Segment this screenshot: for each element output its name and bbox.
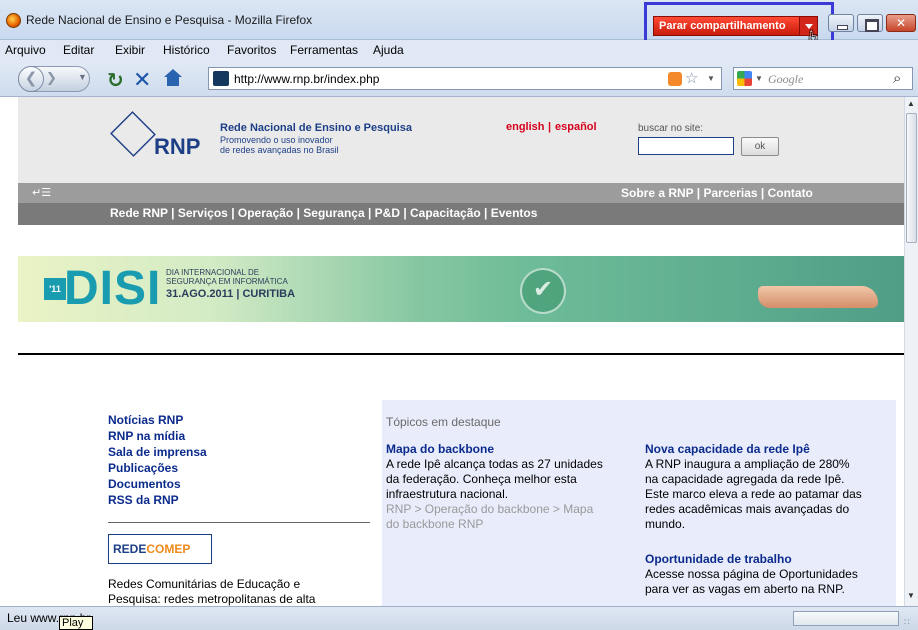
rnp-logo-text[interactable]: RNP — [154, 134, 200, 160]
topic-capacity-line: redes acadêmicas mais avançadas do — [645, 502, 850, 516]
rnp-logo-icon[interactable] — [110, 111, 156, 157]
tooltip: Play — [59, 616, 93, 630]
topic-backbone-line: infraestrutura nacional. — [386, 487, 509, 501]
topic-backbone-crumb[interactable]: RNP > Operação do backbone > Mapa — [386, 502, 593, 516]
bookmark-star-icon[interactable]: ☆ — [685, 69, 698, 87]
menu-favoritos[interactable]: Favoritos — [227, 43, 276, 57]
hand-illustration — [758, 286, 878, 308]
topic-backbone-line: A rede Ipê alcança todas as 27 unidades — [386, 457, 603, 471]
menu-bar: Arquivo Editar Exibir Histórico Favorito… — [0, 40, 918, 60]
tagline-line-1: Promovendo o uso inovador — [220, 135, 333, 145]
page-content: RNP Rede Nacional de Ensino e Pesquisa P… — [0, 97, 904, 606]
status-progress-panel — [793, 611, 899, 626]
menu-editar[interactable]: Editar — [63, 43, 94, 57]
topic-capacity-line: na capacidade agregada da rede Ipê. — [645, 472, 845, 486]
site-search-label: buscar no site: — [638, 123, 704, 134]
search-engine-dropdown-icon[interactable]: ▼ — [755, 74, 763, 83]
topic-jobs-line: Acesse nossa página de Oportunidades — [645, 567, 858, 581]
topic-capacity-title[interactable]: Nova capacidade da rede Ipê — [645, 442, 810, 456]
top-links[interactable]: Sobre a RNP | Parcerias | Contato — [621, 186, 813, 200]
banner-year-tag: '11 — [44, 278, 66, 300]
banner-line-2: SEGURANÇA EM INFORMÁTICA — [166, 277, 288, 286]
scroll-thumb[interactable] — [906, 113, 917, 243]
tagline-line-2: de redes avançadas no Brasil — [220, 145, 339, 155]
title-bar: Rede Nacional de Ensino e Pesquisa - Moz… — [0, 0, 918, 58]
left-menu-rss[interactable]: RSS da RNP — [108, 493, 179, 507]
site-favicon-icon — [213, 71, 229, 86]
language-spanish-link[interactable]: español — [555, 121, 597, 133]
menu-historico[interactable]: Histórico — [163, 43, 210, 57]
top-links-bar: ↵☰ Sobre a RNP | Parcerias | Contato — [18, 183, 904, 203]
site-search-input[interactable] — [638, 137, 734, 155]
left-menu-midia[interactable]: RNP na mídia — [108, 429, 185, 443]
stop-sharing-button[interactable]: Parar compartilhamento — [653, 16, 818, 36]
language-separator: | — [548, 121, 552, 133]
banner-line-3: 31.AGO.2011 | CURITIBA — [166, 288, 296, 300]
google-icon[interactable] — [737, 71, 752, 86]
search-magnifier-icon[interactable]: ⌕ — [893, 70, 901, 87]
close-button[interactable] — [886, 14, 916, 32]
reload-icon[interactable]: ↻ — [107, 68, 124, 93]
address-bar[interactable]: http://www.rnp.br/index.php ☆ ▼ — [208, 67, 722, 90]
maximize-button[interactable] — [857, 14, 883, 32]
home-icon[interactable] — [162, 69, 184, 89]
search-placeholder[interactable]: Google — [768, 72, 803, 87]
left-menu-imprensa[interactable]: Sala de imprensa — [108, 445, 207, 459]
url-dropdown-icon[interactable]: ▼ — [707, 74, 715, 83]
section-divider — [18, 353, 904, 355]
resize-grip-icon[interactable]: ∷ — [904, 617, 910, 628]
topic-capacity-line: mundo. — [645, 517, 686, 531]
topic-capacity-line: Este marco eleva a rede ao patamar das — [645, 487, 862, 501]
vertical-scrollbar[interactable]: ▲ ▼ — [904, 97, 918, 606]
language-english-link[interactable]: english — [506, 121, 545, 133]
stop-icon[interactable]: ✕ — [133, 67, 151, 93]
menu-ferramentas[interactable]: Ferramentas — [290, 43, 358, 57]
topic-backbone-crumb[interactable]: do backbone RNP — [386, 517, 483, 531]
scroll-up-arrow-icon[interactable]: ▲ — [907, 99, 915, 108]
firefox-icon — [6, 13, 21, 28]
main-nav-bar: Rede RNP | Serviços | Operação | Seguran… — [18, 203, 904, 225]
rss-feed-icon[interactable] — [668, 72, 682, 86]
topics-panel: Tópicos em destaque Mapa do backbone A r… — [382, 400, 896, 606]
banner-line-1: DIA INTERNACIONAL DE — [166, 268, 260, 277]
status-bar: Leu www.rnp.br ∷ — [0, 606, 918, 630]
back-button[interactable]: ❮ — [18, 66, 44, 92]
search-bar[interactable]: ▼ Google — [733, 67, 913, 90]
topic-jobs-line: para ver as vagas em aberto na RNP. — [645, 582, 845, 596]
redecomep-description-line-1: Redes Comunitárias de Educação e — [108, 577, 301, 591]
menu-toggle-icon[interactable]: ↵☰ — [32, 186, 51, 199]
site-header: RNP Rede Nacional de Ensino e Pesquisa P… — [18, 97, 904, 183]
left-menu-publicacoes[interactable]: Publicações — [108, 461, 178, 475]
banner-title: DISI — [64, 262, 162, 315]
menu-ajuda[interactable]: Ajuda — [373, 43, 404, 57]
site-search-ok-button[interactable]: ok — [741, 137, 779, 156]
menu-exibir[interactable]: Exibir — [115, 43, 145, 57]
topics-title: Tópicos em destaque — [386, 415, 501, 429]
shield-check-icon — [520, 268, 566, 314]
redecomep-logo[interactable]: REDECOMEP — [108, 534, 212, 564]
left-menu-documentos[interactable]: Documentos — [108, 477, 181, 491]
topic-backbone-line: da federação. Conheça melhor esta — [386, 472, 577, 486]
topic-capacity-line: A RNP inaugura a ampliação de 280% — [645, 457, 850, 471]
minimize-button[interactable] — [828, 14, 854, 32]
menu-arquivo[interactable]: Arquivo — [5, 43, 46, 57]
disi-banner[interactable]: '11 DISI DIA INTERNACIONAL DE SEGURANÇA … — [18, 256, 904, 322]
scroll-down-arrow-icon[interactable]: ▼ — [907, 591, 915, 600]
topic-jobs-title[interactable]: Oportunidade de trabalho — [645, 552, 792, 566]
topic-backbone-title[interactable]: Mapa do backbone — [386, 442, 494, 456]
url-text[interactable]: http://www.rnp.br/index.php — [234, 72, 379, 86]
left-column-divider — [108, 522, 370, 523]
redecomep-description-line-2: Pesquisa: redes metropolitanas de alta — [108, 592, 316, 606]
org-name: Rede Nacional de Ensino e Pesquisa — [220, 122, 412, 134]
navigation-toolbar: ❮ ❯ ▼ ↻ ✕ http://www.rnp.br/index.php ☆ … — [0, 60, 918, 97]
history-dropdown-icon[interactable]: ▼ — [78, 72, 87, 82]
left-menu-noticias[interactable]: Notícias RNP — [108, 413, 183, 427]
main-nav-links[interactable]: Rede RNP | Serviços | Operação | Seguran… — [110, 206, 537, 220]
forward-button[interactable]: ❯ — [46, 70, 57, 86]
window-title: Rede Nacional de Ensino e Pesquisa - Moz… — [26, 13, 313, 27]
